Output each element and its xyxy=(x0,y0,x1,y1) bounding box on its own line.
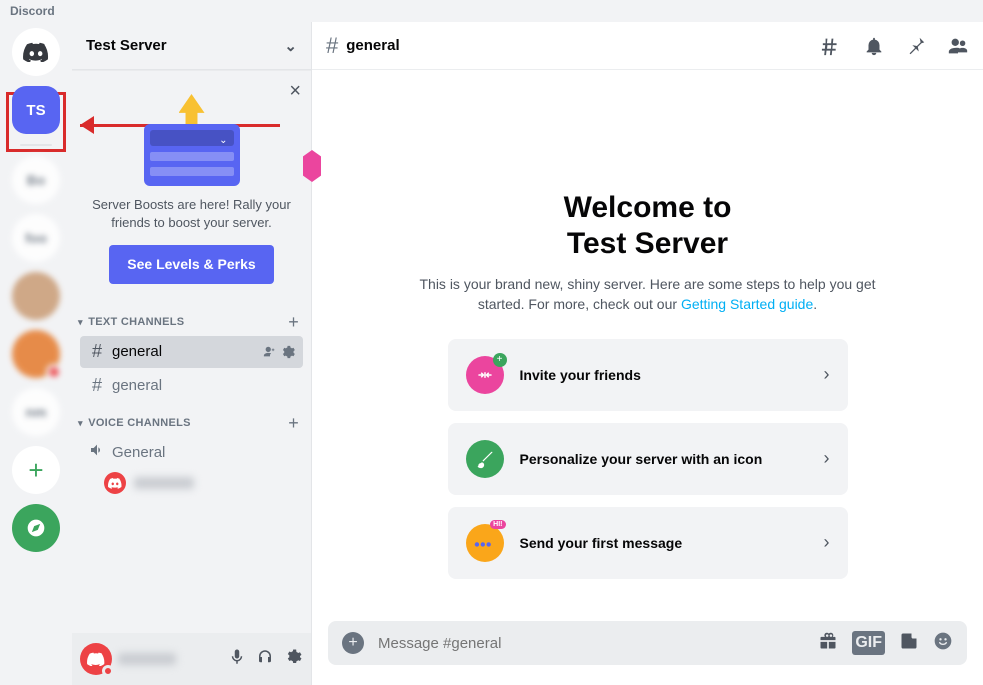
channel-label: General xyxy=(112,444,165,461)
voice-channels-category[interactable]: ▾ VOICE CHANNELS + xyxy=(72,403,311,436)
avatar[interactable] xyxy=(80,643,112,675)
message-composer[interactable]: + GIF xyxy=(328,621,967,665)
boost-illustration: ⌄ xyxy=(88,86,295,186)
onboarding-steps: + Invite your friends › Personalize your… xyxy=(448,339,848,579)
channel-general[interactable]: # general xyxy=(80,370,303,402)
message-input[interactable] xyxy=(378,635,804,652)
titlebar: Discord xyxy=(0,0,983,22)
dm-home-button[interactable] xyxy=(12,28,60,76)
server-item-blurred[interactable] xyxy=(12,272,60,320)
chevron-down-icon: ▾ xyxy=(78,418,83,428)
message-area: Welcome toTest Server This is your brand… xyxy=(312,70,983,621)
attach-button[interactable]: + xyxy=(342,632,364,654)
emoji-icon[interactable] xyxy=(933,631,953,656)
category-label: VOICE CHANNELS xyxy=(88,417,191,429)
app-root: TS Bo foo nm + Test Server ⌄ × ⌄ Server … xyxy=(0,22,983,685)
server-item-blurred[interactable]: Bo xyxy=(12,156,60,204)
discord-logo-icon xyxy=(23,42,49,62)
channel-sidebar: Test Server ⌄ × ⌄ Server Boosts are here… xyxy=(72,22,312,685)
step-personalize[interactable]: Personalize your server with an icon › xyxy=(448,423,848,495)
username-blurred xyxy=(134,477,194,489)
create-channel-button[interactable]: + xyxy=(288,312,299,333)
pinned-icon[interactable] xyxy=(905,35,927,57)
invite-icon[interactable] xyxy=(263,345,277,359)
username-blurred xyxy=(118,653,176,665)
channel-label: general xyxy=(112,377,162,394)
gif-button[interactable]: GIF xyxy=(852,631,885,655)
discord-logo-icon xyxy=(108,477,122,489)
status-indicator xyxy=(102,665,114,677)
discord-logo-icon xyxy=(87,652,105,666)
add-server-button[interactable]: + xyxy=(12,446,60,494)
sticker-icon[interactable] xyxy=(899,631,919,656)
voice-user[interactable] xyxy=(72,470,311,496)
chevron-down-icon: ▾ xyxy=(78,317,83,327)
compass-icon xyxy=(26,518,46,538)
server-rail: TS Bo foo nm + xyxy=(0,22,72,685)
hash-icon: # xyxy=(88,375,106,396)
voice-channel-general[interactable]: General xyxy=(80,437,303,469)
invite-icon: + xyxy=(466,356,504,394)
server-item-blurred[interactable]: foo xyxy=(12,214,60,262)
channel-general-selected[interactable]: # general xyxy=(80,336,303,368)
gift-icon[interactable] xyxy=(818,631,838,656)
chevron-down-icon: ⌄ xyxy=(284,37,297,55)
main-content: # general Welcome toTest Server This is … xyxy=(312,22,983,685)
notification-badge xyxy=(46,364,62,380)
notifications-icon[interactable] xyxy=(863,35,885,57)
server-item-blurred[interactable] xyxy=(12,330,60,378)
step-label: Personalize your server with an icon xyxy=(520,451,808,467)
step-label: Invite your friends xyxy=(520,367,808,383)
mute-icon[interactable] xyxy=(227,648,247,671)
channel-name: general xyxy=(346,37,399,54)
category-label: TEXT CHANNELS xyxy=(88,316,184,328)
step-invite-friends[interactable]: + Invite your friends › xyxy=(448,339,848,411)
explore-servers-button[interactable] xyxy=(12,504,60,552)
getting-started-link[interactable]: Getting Started guide xyxy=(681,296,813,312)
boost-levels-button[interactable]: See Levels & Perks xyxy=(109,245,273,284)
speaker-icon xyxy=(88,442,106,463)
channel-label: general xyxy=(112,343,162,360)
boost-promo-card: × ⌄ Server Boosts are here! Rally your f… xyxy=(72,70,311,302)
chevron-right-icon: › xyxy=(824,364,830,385)
chevron-right-icon: › xyxy=(824,532,830,553)
user-panel xyxy=(72,633,311,685)
boost-text: Server Boosts are here! Rally your frien… xyxy=(88,196,295,231)
server-name-label: Test Server xyxy=(86,37,167,54)
deafen-icon[interactable] xyxy=(255,648,275,671)
channel-header: # general xyxy=(312,22,983,70)
server-item-blurred[interactable]: nm xyxy=(12,388,60,436)
welcome-title: Welcome toTest Server xyxy=(408,190,888,262)
create-channel-button[interactable]: + xyxy=(288,413,299,434)
step-first-message[interactable]: HI! Send your first message › xyxy=(448,507,848,579)
server-header-dropdown[interactable]: Test Server ⌄ xyxy=(72,22,311,70)
chevron-right-icon: › xyxy=(824,448,830,469)
gear-icon[interactable] xyxy=(281,345,295,359)
welcome-description: This is your brand new, shiny server. He… xyxy=(408,274,888,315)
threads-icon[interactable] xyxy=(821,35,843,57)
welcome-block: Welcome toTest Server This is your brand… xyxy=(408,190,888,315)
avatar xyxy=(104,472,126,494)
brush-icon xyxy=(466,440,504,478)
hash-icon: # xyxy=(88,341,106,362)
server-test-server[interactable]: TS xyxy=(12,86,60,134)
members-icon[interactable] xyxy=(947,35,969,57)
message-icon: HI! xyxy=(466,524,504,562)
step-label: Send your first message xyxy=(520,535,808,551)
hash-icon: # xyxy=(326,33,338,59)
settings-icon[interactable] xyxy=(283,648,303,671)
text-channels-category[interactable]: ▾ TEXT CHANNELS + xyxy=(72,302,311,335)
